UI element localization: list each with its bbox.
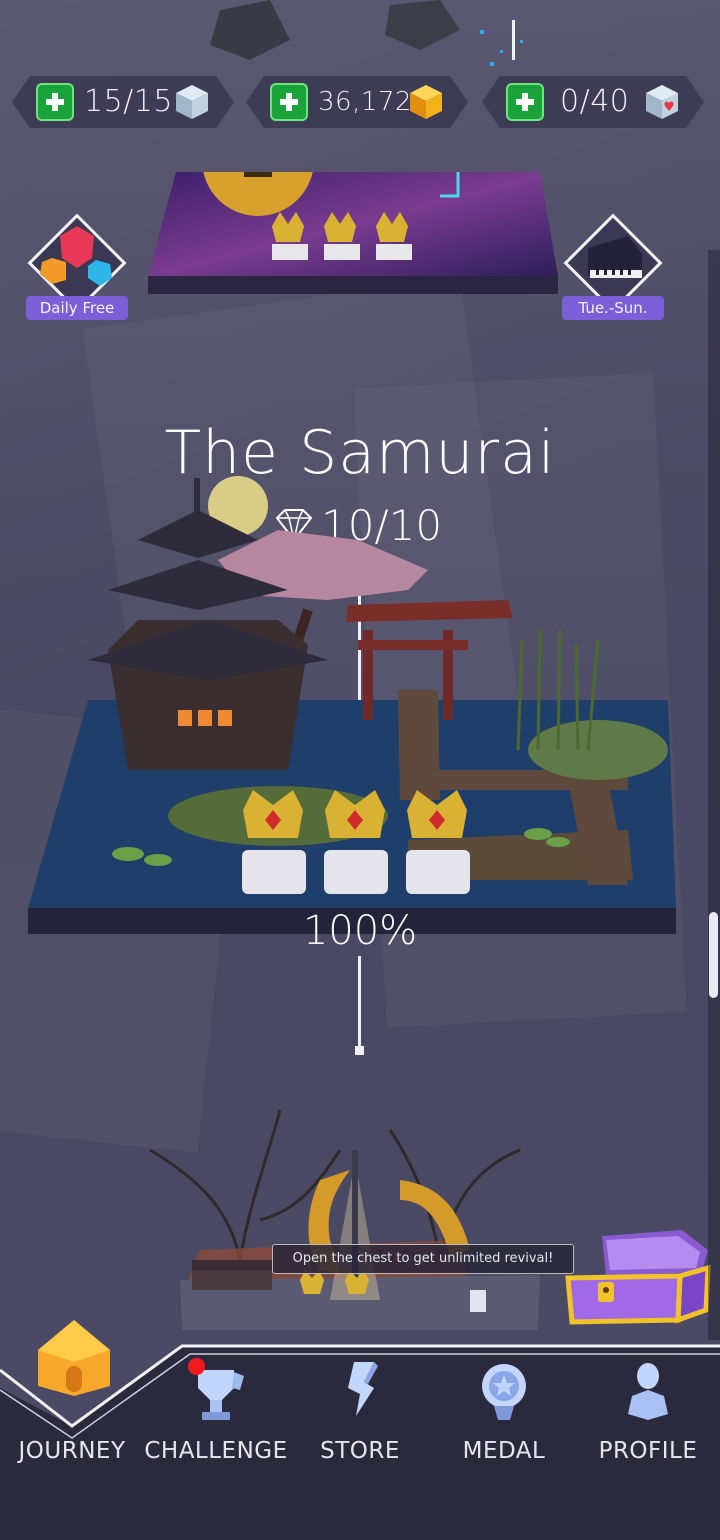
bottom-navigation: JOURNEY CHALLENGE STORE MEDAL PROFILE <box>0 1320 720 1540</box>
heart-cube-icon <box>644 83 680 121</box>
nav-medal-label: MEDAL <box>462 1438 546 1464</box>
add-coins-icon[interactable] <box>270 83 308 121</box>
nav-challenge[interactable]: CHALLENGE <box>144 1340 288 1540</box>
level-diorama-samurai[interactable] <box>28 470 688 960</box>
notification-dot <box>188 1358 205 1375</box>
hearts-counter[interactable]: 0/40 <box>482 76 704 128</box>
nav-profile[interactable]: PROFILE <box>576 1340 720 1540</box>
level-progress: 100% <box>302 908 418 954</box>
scrollbar-thumb[interactable] <box>709 912 718 998</box>
ice-cube-icon <box>174 83 210 121</box>
gold-cube-icon <box>408 83 444 121</box>
add-hearts-icon[interactable] <box>506 83 544 121</box>
nav-profile-label: PROFILE <box>598 1438 698 1464</box>
nav-store[interactable]: STORE <box>288 1340 432 1540</box>
nav-journey[interactable]: JOURNEY <box>0 1320 144 1540</box>
path-line <box>358 956 361 1050</box>
add-lives-icon[interactable] <box>36 83 74 121</box>
medal-icon <box>482 1364 526 1420</box>
daily-free-label: Daily Free <box>26 296 128 320</box>
path-node <box>355 1046 364 1055</box>
scrollbar-track[interactable] <box>708 250 720 1340</box>
nav-journey-label: JOURNEY <box>18 1438 126 1464</box>
weekly-badge[interactable]: Tue.-Sun. <box>562 213 664 320</box>
level-preview-next[interactable] <box>140 1090 560 1340</box>
daily-free-badge[interactable]: Daily Free <box>26 213 128 320</box>
nav-store-label: STORE <box>320 1438 400 1464</box>
lives-value: 15/15 <box>84 84 173 119</box>
coins-counter[interactable]: 36,172 <box>246 76 468 128</box>
decor-top <box>210 0 523 66</box>
gems-icon <box>40 226 112 286</box>
chest-tooltip: Open the chest to get unlimited revival! <box>272 1244 574 1274</box>
lives-counter[interactable]: 15/15 <box>12 76 234 128</box>
coins-value: 36,172 <box>318 87 412 117</box>
profile-icon <box>628 1363 668 1420</box>
nav-medal[interactable]: MEDAL <box>432 1340 576 1540</box>
level-preview-top[interactable] <box>148 172 568 294</box>
weekly-label: Tue.-Sun. <box>562 296 664 320</box>
house-icon <box>38 1320 110 1396</box>
piano-icon <box>588 236 642 278</box>
treasure-chest-icon[interactable] <box>562 1228 714 1328</box>
hearts-value: 0/40 <box>560 84 630 119</box>
nav-challenge-label: CHALLENGE <box>144 1438 288 1464</box>
store-icon <box>348 1362 378 1416</box>
